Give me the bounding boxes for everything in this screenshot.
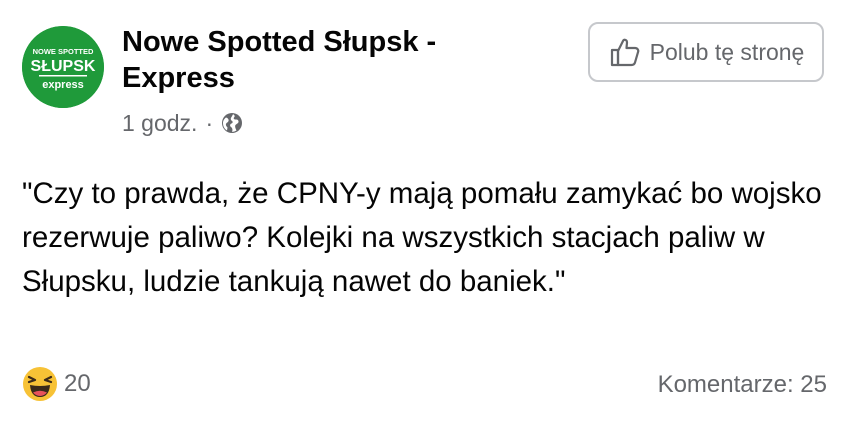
post-footer: 20 Komentarze: 25 — [0, 362, 849, 408]
logo-text-bottom: express — [42, 79, 84, 91]
post-timestamp[interactable]: 1 godz. — [122, 110, 197, 137]
reaction-count: 20 — [64, 370, 91, 397]
post-meta: 1 godz. · — [122, 108, 244, 138]
page-avatar[interactable]: NOWE SPOTTED SŁUPSK express — [22, 26, 104, 108]
page-name-link[interactable]: Nowe Spotted Słupsk - Express — [122, 24, 522, 96]
like-page-label: Polub tę stronę — [649, 38, 805, 65]
globe-icon — [220, 111, 244, 135]
page-logo: NOWE SPOTTED SŁUPSK express — [22, 26, 104, 108]
like-page-button[interactable]: Polub tę stronę — [588, 22, 824, 82]
post-text: "Czy to prawda, że CPNY-y mają pomału za… — [22, 177, 822, 298]
meta-separator: · — [205, 109, 214, 136]
comments-count-link[interactable]: Komentarze: 25 — [658, 371, 827, 399]
logo-text-middle: SŁUPSK — [31, 58, 96, 75]
reactions-summary[interactable]: 20 — [22, 366, 91, 402]
post-header: NOWE SPOTTED SŁUPSK express Nowe Spotted… — [0, 0, 849, 150]
thumbs-up-icon — [608, 35, 642, 69]
haha-emoji-icon — [22, 366, 58, 402]
logo-text-top: NOWE SPOTTED — [33, 47, 94, 56]
